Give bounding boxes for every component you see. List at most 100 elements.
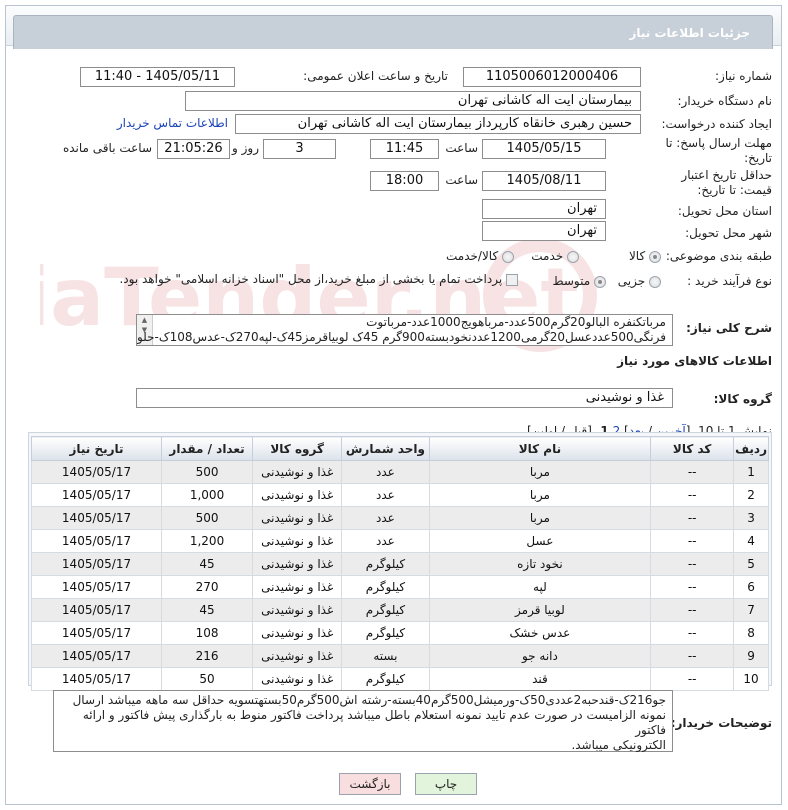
table-row[interactable]: 3 -- مربا عدد غذا و نوشیدنی 500 1405/05/17	[30, 506, 769, 530]
cell-item-code: --	[650, 621, 735, 645]
cell-group: غذا و نوشیدنی	[252, 667, 343, 691]
cell-quantity: 108	[161, 621, 254, 645]
cell-row-number: 1	[733, 460, 769, 484]
cell-quantity: 45	[161, 598, 254, 622]
summary-line-1: مرباتکنفره البالو20گرم500عدد-مرباهویج100…	[366, 315, 666, 329]
cell-quantity: 1,200	[161, 529, 254, 553]
cell-row-number: 3	[733, 506, 769, 530]
radio-medium[interactable]	[594, 275, 606, 288]
table-row[interactable]: 9 -- دانه جو بسته غذا و نوشیدنی 216 1405/05/17	[30, 644, 769, 668]
days-label: روز و	[232, 141, 259, 155]
cell-row-number: 9	[733, 644, 769, 668]
cell-quantity: 45	[161, 552, 254, 576]
buyer-notes-line-3: الکترونیکی میباشد.	[571, 738, 666, 752]
cell-item-code: --	[650, 552, 735, 576]
cell-group: غذا و نوشیدنی	[252, 483, 343, 507]
cell-item-name: نخود تازه	[428, 552, 652, 576]
announce-label: تاریخ و ساعت اعلان عمومی:	[303, 69, 448, 83]
cell-item-name: مربا	[428, 460, 652, 484]
cell-row-number: 2	[733, 483, 769, 507]
table-row[interactable]: 10 -- قند کیلوگرم غذا و نوشیدنی 50 1405/05/17	[30, 667, 769, 691]
cell-item-code: --	[650, 483, 735, 507]
remaining-label: ساعت باقی مانده	[62, 141, 152, 155]
radio-goods-service[interactable]	[502, 250, 514, 263]
col-code[interactable]: کد کالا	[650, 436, 735, 461]
scroll-up-icon[interactable]: ▲	[137, 315, 152, 325]
goods-table: ردیف کد کالا نام کالا واحد شمارش گروه کا…	[30, 436, 769, 691]
cell-row-number: 5	[733, 552, 769, 576]
cell-row-number: 8	[733, 621, 769, 645]
remaining-time: 21:05:26	[157, 139, 230, 159]
days-value: 3	[263, 139, 336, 159]
table-row[interactable]: 4 -- عسل عدد غذا و نوشیدنی 1,200 1405/05/17	[30, 529, 769, 553]
col-name[interactable]: نام کالا	[428, 436, 652, 461]
summary-line-2: فرنگی500عددعسل20گرمی1200عددنخودبسته900گر…	[136, 330, 666, 344]
print-button[interactable]: چاپ	[415, 773, 477, 795]
radio-service[interactable]	[567, 250, 579, 263]
deadline-date: 1405/05/15	[482, 139, 606, 159]
validity-label: حداقل تاریخ اعتبار قیمت: تا تاریخ:	[681, 168, 772, 197]
header-tab: جزئیات اطلاعات نیاز	[13, 15, 773, 49]
validity-date: 1405/08/11	[482, 171, 606, 191]
col-row[interactable]: ردیف	[733, 436, 769, 461]
cell-unit: عدد	[341, 483, 430, 507]
creator-value: حسین رهبری خانقاه کارپرداز بیمارستان ایت…	[235, 114, 641, 134]
radio-goods[interactable]	[649, 250, 661, 263]
buyer-notes-label: توضیحات خریدار:	[670, 716, 772, 730]
cell-need-date: 1405/05/17	[30, 667, 163, 691]
panel-header: جزئیات اطلاعات نیاز	[6, 6, 781, 49]
cell-item-code: --	[650, 644, 735, 668]
table-body: 1 -- مربا عدد غذا و نوشیدنی 500 1405/05/17 2 -- م…	[30, 460, 769, 691]
cell-item-code: --	[650, 460, 735, 484]
table-row[interactable]: 7 -- لوبیا قرمز کیلوگرم غذا و نوشیدنی 45 1405/…	[30, 598, 769, 622]
cell-unit: کیلوگرم	[341, 575, 430, 599]
radio-minor[interactable]	[649, 275, 661, 288]
cell-item-name: عسل	[428, 529, 652, 553]
buyer-notes-line-1: جو216ک-قندحبه2عددی50ک-ورمیشل500گرم40بسته…	[72, 693, 666, 707]
treasury-checkbox[interactable]	[506, 273, 518, 286]
cell-quantity: 270	[161, 575, 254, 599]
col-unit[interactable]: واحد شمارش	[341, 436, 430, 461]
province-value: تهران	[482, 199, 606, 219]
buyer-org-value: بیمارستان ایت اله کاشانی تهران	[185, 91, 641, 111]
table-row[interactable]: 1 -- مربا عدد غذا و نوشیدنی 500 1405/05/17	[30, 460, 769, 484]
cell-group: غذا و نوشیدنی	[252, 644, 343, 668]
process-option-minor[interactable]: جزیی	[618, 274, 661, 288]
need-number-label: شماره نیاز:	[715, 69, 772, 83]
process-option-medium[interactable]: متوسط	[552, 274, 606, 288]
cell-row-number: 6	[733, 575, 769, 599]
back-button[interactable]: بازگشت	[339, 773, 401, 795]
table-row[interactable]: 2 -- مربا عدد غذا و نوشیدنی 1,000 1405/05/17	[30, 483, 769, 507]
validity-time: 18:00	[370, 171, 439, 191]
table-row[interactable]: 5 -- نخود تازه کیلوگرم غذا و نوشیدنی 45 1405/0…	[30, 552, 769, 576]
cell-need-date: 1405/05/17	[30, 483, 163, 507]
cell-quantity: 1,000	[161, 483, 254, 507]
category-option-goods-service[interactable]: کالا/خدمت	[446, 249, 514, 263]
deadline-time: 11:45	[370, 139, 439, 159]
contact-info-link[interactable]: اطلاعات تماس خریدار	[117, 116, 228, 130]
cell-need-date: 1405/05/17	[30, 644, 163, 668]
need-number-value: 1105006012000406	[463, 67, 641, 87]
col-quantity[interactable]: تعداد / مقدار	[161, 436, 254, 461]
cell-item-code: --	[650, 598, 735, 622]
cell-item-code: --	[650, 506, 735, 530]
col-date[interactable]: تاریخ نیاز	[30, 436, 163, 461]
category-option-goods[interactable]: کالا	[629, 249, 661, 263]
cell-need-date: 1405/05/17	[30, 506, 163, 530]
announce-value: 1405/05/11 - 11:40	[80, 67, 235, 87]
cell-quantity: 216	[161, 644, 254, 668]
table-row[interactable]: 8 -- عدس خشک کیلوگرم غذا و نوشیدنی 108 1405/05…	[30, 621, 769, 645]
deadline-label: مهلت ارسال پاسخ: تا تاریخ:	[665, 136, 772, 165]
category-option-service[interactable]: خدمت	[531, 249, 579, 263]
cell-row-number: 10	[733, 667, 769, 691]
cell-group: غذا و نوشیدنی	[252, 552, 343, 576]
table-row[interactable]: 6 -- لپه کیلوگرم غذا و نوشیدنی 270 1405/05/17	[30, 575, 769, 599]
treasury-payment-option[interactable]: پرداخت تمام یا بخشی از مبلغ خرید،از محل …	[119, 272, 518, 286]
cell-group: غذا و نوشیدنی	[252, 575, 343, 599]
category-label: طبقه بندی موضوعی:	[665, 249, 772, 263]
cell-unit: کیلوگرم	[341, 621, 430, 645]
cell-item-name: مربا	[428, 483, 652, 507]
col-group[interactable]: گروه کالا	[252, 436, 343, 461]
summary-textarea[interactable]: ▲ ▼ مرباتکنفره البالو20گرم500عدد-مرباهوی…	[136, 314, 673, 346]
buyer-notes-box: جو216ک-قندحبه2عددی50ک-ورمیشل500گرم40بسته…	[53, 690, 673, 752]
